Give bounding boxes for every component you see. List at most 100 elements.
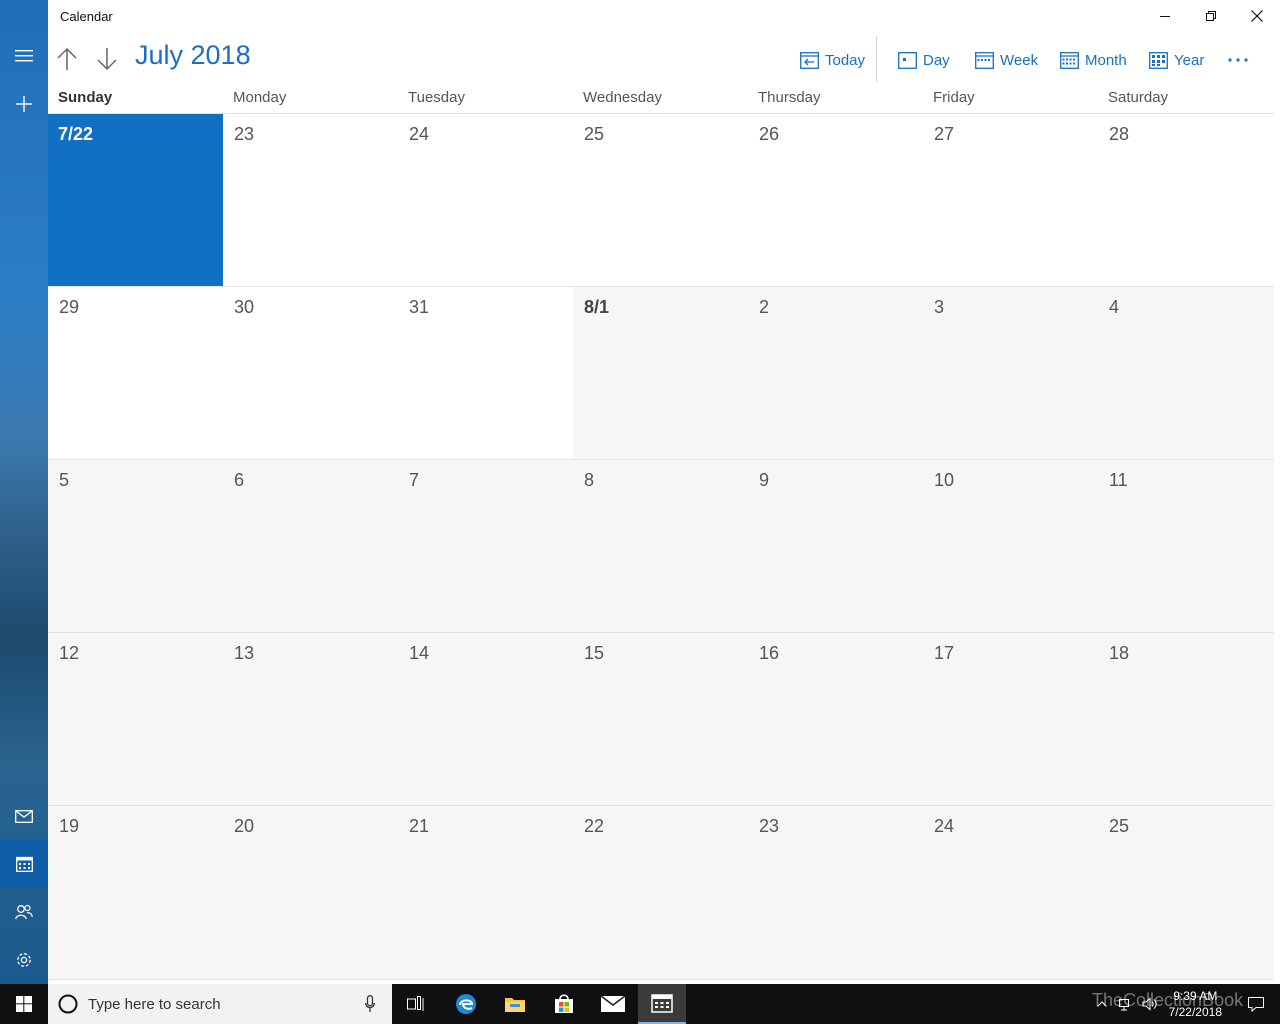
- people-icon: [15, 904, 33, 920]
- day-cell[interactable]: 14: [398, 633, 573, 806]
- day-cell[interactable]: 8: [573, 460, 748, 633]
- day-cell[interactable]: 2: [748, 287, 923, 460]
- hamburger-menu-button[interactable]: [0, 32, 48, 80]
- day-cell[interactable]: 25: [1098, 806, 1274, 980]
- weekday-header-row: Sunday Monday Tuesday Wednesday Thursday…: [48, 88, 1274, 114]
- day-cell[interactable]: 25: [573, 114, 748, 287]
- year-view-button[interactable]: Year: [1149, 48, 1204, 72]
- day-cell[interactable]: 13: [223, 633, 398, 806]
- title-bar: Calendar: [48, 0, 1280, 32]
- week-label: Week: [1000, 51, 1039, 69]
- day-cell[interactable]: 5: [48, 460, 223, 633]
- day-cell[interactable]: 15: [573, 633, 748, 806]
- day-number: 21: [409, 816, 430, 836]
- store-bag-icon: [555, 994, 573, 1013]
- week-view-button[interactable]: Week: [975, 48, 1038, 72]
- day-cell[interactable]: 18: [1098, 633, 1274, 806]
- restore-icon: [1206, 11, 1216, 21]
- day-number: 11: [1109, 470, 1128, 490]
- day-number: 26: [759, 124, 780, 144]
- settings-button[interactable]: [0, 936, 48, 984]
- weekday-header: Wednesday: [583, 89, 662, 106]
- close-button[interactable]: [1234, 0, 1280, 32]
- day-cell[interactable]: 16: [748, 633, 923, 806]
- day-cell[interactable]: 19: [48, 806, 223, 980]
- search-placeholder: Type here to search: [88, 996, 221, 1013]
- close-icon: [1251, 10, 1263, 22]
- mail-envelope-icon: [601, 996, 625, 1012]
- microphone-icon[interactable]: [365, 995, 375, 1013]
- day-cell[interactable]: 11: [1098, 460, 1274, 633]
- day-cell[interactable]: 26: [748, 114, 923, 287]
- calendar-app-button[interactable]: [638, 984, 686, 1024]
- file-explorer-button[interactable]: [491, 984, 539, 1024]
- day-cell[interactable]: 29: [48, 287, 223, 460]
- day-cell[interactable]: 10: [923, 460, 1098, 633]
- day-number: 10: [934, 470, 955, 490]
- edge-button[interactable]: [442, 984, 490, 1024]
- month-view-icon: [1060, 51, 1079, 69]
- minimize-button[interactable]: [1142, 0, 1188, 32]
- restore-button[interactable]: [1188, 0, 1234, 32]
- people-button[interactable]: [0, 888, 48, 936]
- task-view-icon: [407, 996, 424, 1011]
- day-view-button[interactable]: Day: [898, 48, 950, 72]
- notification-icon: [1248, 996, 1264, 1012]
- day-cell[interactable]: 23: [748, 806, 923, 980]
- mail-button[interactable]: [0, 792, 48, 840]
- day-cell[interactable]: 23: [223, 114, 398, 287]
- network-button[interactable]: [1114, 984, 1138, 1024]
- day-number: 22: [584, 816, 605, 836]
- day-cell[interactable]: 27: [923, 114, 1098, 287]
- day-cell[interactable]: 30: [223, 287, 398, 460]
- year-label: Year: [1174, 51, 1205, 69]
- hamburger-icon: [15, 50, 33, 62]
- month-title[interactable]: July 2018: [135, 40, 251, 71]
- day-number: 8: [584, 470, 595, 490]
- day-cell[interactable]: 31: [398, 287, 573, 460]
- new-event-button[interactable]: [0, 80, 48, 128]
- weekday-header: Friday: [933, 89, 975, 106]
- previous-month-button[interactable]: [52, 44, 82, 74]
- day-cell[interactable]: 28: [1098, 114, 1274, 287]
- task-view-button[interactable]: [392, 984, 440, 1024]
- day-cell[interactable]: 8/1: [573, 287, 748, 460]
- mail-icon: [15, 809, 33, 823]
- day-number: 9: [759, 470, 770, 490]
- toolbar-divider: [876, 36, 877, 82]
- system-clock[interactable]: 9:39 AM 7/22/2018: [1169, 988, 1222, 1020]
- mail-app-button[interactable]: [589, 984, 637, 1024]
- volume-button[interactable]: [1138, 984, 1162, 1024]
- more-options-button[interactable]: [1228, 48, 1248, 72]
- day-number: 13: [234, 643, 255, 663]
- day-cell[interactable]: 21: [398, 806, 573, 980]
- day-cell[interactable]: 24: [398, 114, 573, 287]
- day-cell[interactable]: 9: [748, 460, 923, 633]
- action-center-button[interactable]: [1232, 984, 1280, 1024]
- day-cell[interactable]: 20: [223, 806, 398, 980]
- day-number: 30: [234, 297, 255, 317]
- start-button[interactable]: [0, 984, 48, 1024]
- store-button[interactable]: [540, 984, 588, 1024]
- arrow-up-icon: [57, 47, 77, 70]
- next-month-button[interactable]: [92, 44, 122, 74]
- day-number: 20: [234, 816, 255, 836]
- show-hidden-icons-button[interactable]: [1090, 984, 1114, 1024]
- folder-icon: [505, 998, 525, 1012]
- day-cell[interactable]: 7: [398, 460, 573, 633]
- day-cell-today[interactable]: 7/22: [48, 114, 223, 287]
- today-button[interactable]: Today: [800, 48, 865, 72]
- month-view-button[interactable]: Month: [1060, 48, 1127, 72]
- calendar-app-icon: [651, 994, 673, 1013]
- day-cell[interactable]: 12: [48, 633, 223, 806]
- day-cell[interactable]: 24: [923, 806, 1098, 980]
- go-to-today-icon: [800, 51, 819, 69]
- day-cell[interactable]: 17: [923, 633, 1098, 806]
- taskbar-search-box[interactable]: Type here to search: [48, 984, 392, 1024]
- day-cell[interactable]: 22: [573, 806, 748, 980]
- day-number: 14: [409, 643, 430, 663]
- day-cell[interactable]: 3: [923, 287, 1098, 460]
- day-cell[interactable]: 4: [1098, 287, 1274, 460]
- calendar-button[interactable]: [0, 840, 48, 888]
- day-cell[interactable]: 6: [223, 460, 398, 633]
